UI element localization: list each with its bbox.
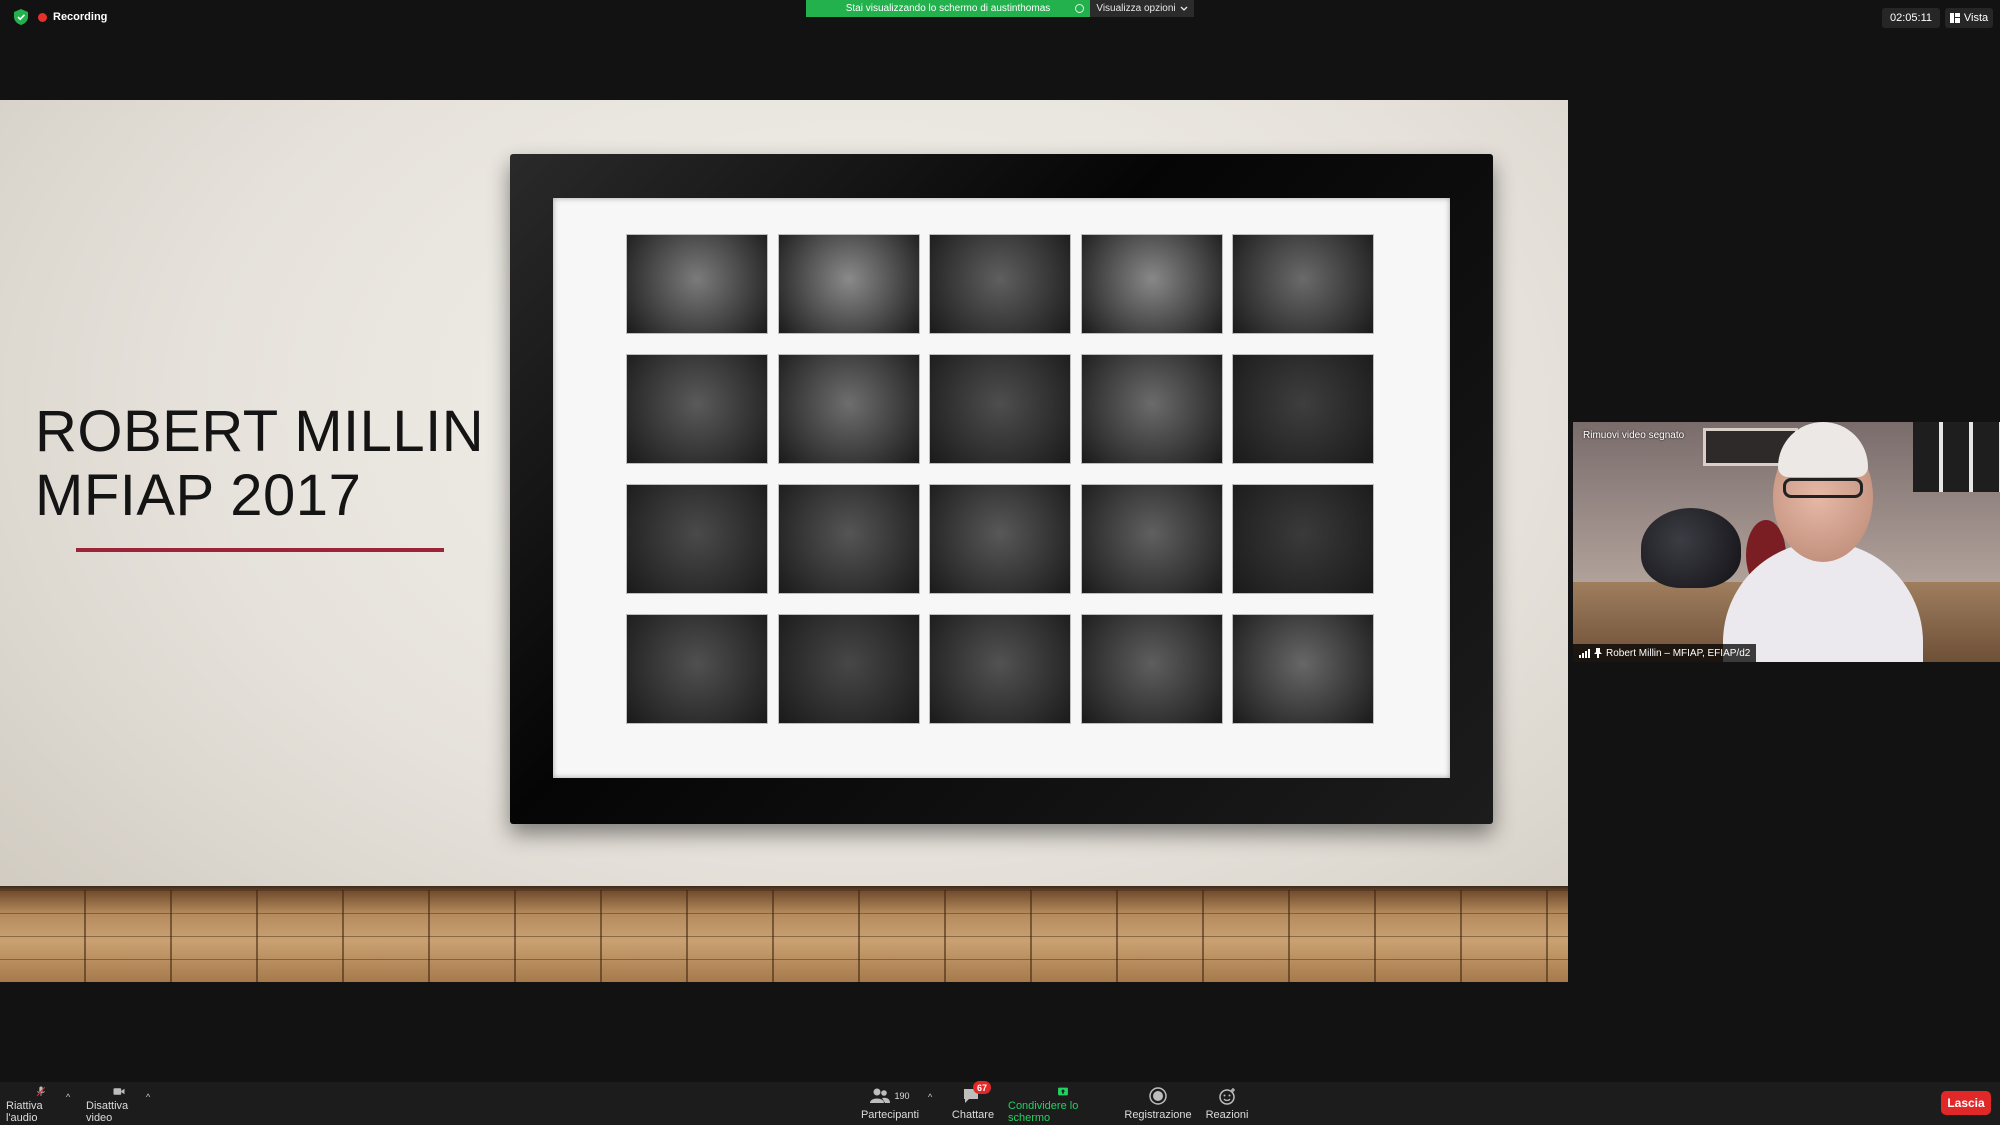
gallery-photo [777,614,920,724]
stop-video-label: Disattiva video [86,1100,129,1124]
chat-button[interactable]: 67 Chattare [948,1081,998,1124]
slide-title: ROBERT MILLIN MFIAP 2017 [35,400,484,528]
banner-status-icon [1075,4,1084,13]
frame-mat [553,198,1450,778]
participants-button[interactable]: 190 Partecipanti [860,1086,920,1124]
chat-unread-badge: 67 [973,1081,991,1094]
security-shield-icon[interactable] [14,9,28,25]
view-button-label: Vista [1963,12,1989,24]
gallery-photo [929,614,1071,724]
record-icon [1149,1087,1167,1105]
recording-dot-icon [38,12,47,22]
reactions-button[interactable]: Reazioni [1204,1086,1250,1124]
record-label: Registrazione [1124,1109,1192,1121]
video-person-glasses [1783,478,1863,498]
remove-pinned-video-button[interactable]: Rimuovi video segnato [1583,430,1684,441]
title-underline [76,548,444,552]
meeting-timer: 02:05:11 [1882,8,1940,28]
pin-icon [1594,648,1602,658]
participants-count: 190 [894,1091,910,1101]
video-umbrella [1641,508,1741,588]
gallery-photo [1232,354,1374,464]
shared-screen-slide: ROBERT MILLIN MFIAP 2017 [0,100,1568,982]
stop-video-button[interactable]: Disattiva video [86,1086,152,1124]
gallery-photo [929,354,1071,464]
meeting-toolbar: Riattiva l'audio ^ Disattiva video ^ 190… [0,1081,2000,1125]
share-screen-button[interactable]: Condividere lo schermo [1008,1086,1118,1124]
unmute-label: Riattiva l'audio [6,1100,43,1124]
share-banner-text: Stai visualizzando lo schermo di austint… [845,3,1051,14]
gallery-photo [1080,234,1223,334]
gallery-photo [1080,614,1223,724]
participants-options-caret-icon[interactable]: ^ [928,1092,932,1102]
slide-title-line1: ROBERT MILLIN [35,399,485,464]
gallery-photo [777,354,920,464]
participant-video-tile[interactable]: Rimuovi video segnato Robert Millin – MF… [1573,422,2000,662]
share-screen-label: Condividere lo schermo [1008,1100,1079,1124]
smiley-icon [1219,1088,1235,1105]
chat-icon-wrap: 67 [961,1081,991,1106]
gallery-photo [1232,614,1374,724]
photo-grid [626,234,1413,724]
participant-name-tag: Robert Millin – MFIAP, EFIAP/d2 [1573,644,1757,662]
participants-label: Partecipanti [860,1109,920,1121]
wooden-floor [0,890,1568,982]
gallery-photo [1232,234,1374,334]
view-button[interactable]: Vista [1945,8,1993,28]
view-options-button[interactable]: Visualizza opzioni [1090,0,1194,17]
reactions-label: Reazioni [1205,1109,1249,1121]
gallery-photo [777,484,920,594]
gallery-photo [1080,354,1223,464]
record-button[interactable]: Registrazione [1124,1086,1192,1124]
gallery-photo [929,234,1071,334]
participant-name: Robert Millin – MFIAP, EFIAP/d2 [1606,647,1751,659]
video-options-caret-icon[interactable]: ^ [146,1092,150,1102]
gallery-photo [1232,484,1374,594]
chat-label: Chattare [951,1109,995,1121]
recording-label: Recording [53,11,108,23]
screen-share-banner: Stai visualizzando lo schermo di austint… [806,0,1090,17]
gallery-photo [626,234,768,334]
recording-indicator[interactable]: Recording [38,9,107,25]
share-screen-icon [1058,1087,1068,1096]
picture-frame [510,154,1493,824]
gallery-photo [626,484,768,594]
muted-microphone-icon [36,1086,46,1097]
participants-icon [870,1088,891,1103]
leave-meeting-button[interactable]: Lascia [1941,1091,1991,1115]
top-bar: Recording Stai visualizzando lo schermo … [0,0,2000,34]
gallery-photo [929,484,1071,594]
chevron-down-icon [1180,6,1188,11]
audio-options-caret-icon[interactable]: ^ [66,1092,70,1102]
grid-view-icon [1949,13,1960,23]
gallery-photo [626,354,768,464]
signal-strength-icon [1579,648,1590,658]
video-wall-pictures [1913,422,2000,492]
video-camera-icon [113,1088,125,1095]
view-options-label: Visualizza opzioni [1096,3,1176,14]
gallery-photo [777,234,920,334]
gallery-photo [1080,484,1223,594]
gallery-photo [626,614,768,724]
slide-title-line2: MFIAP 2017 [35,463,362,528]
